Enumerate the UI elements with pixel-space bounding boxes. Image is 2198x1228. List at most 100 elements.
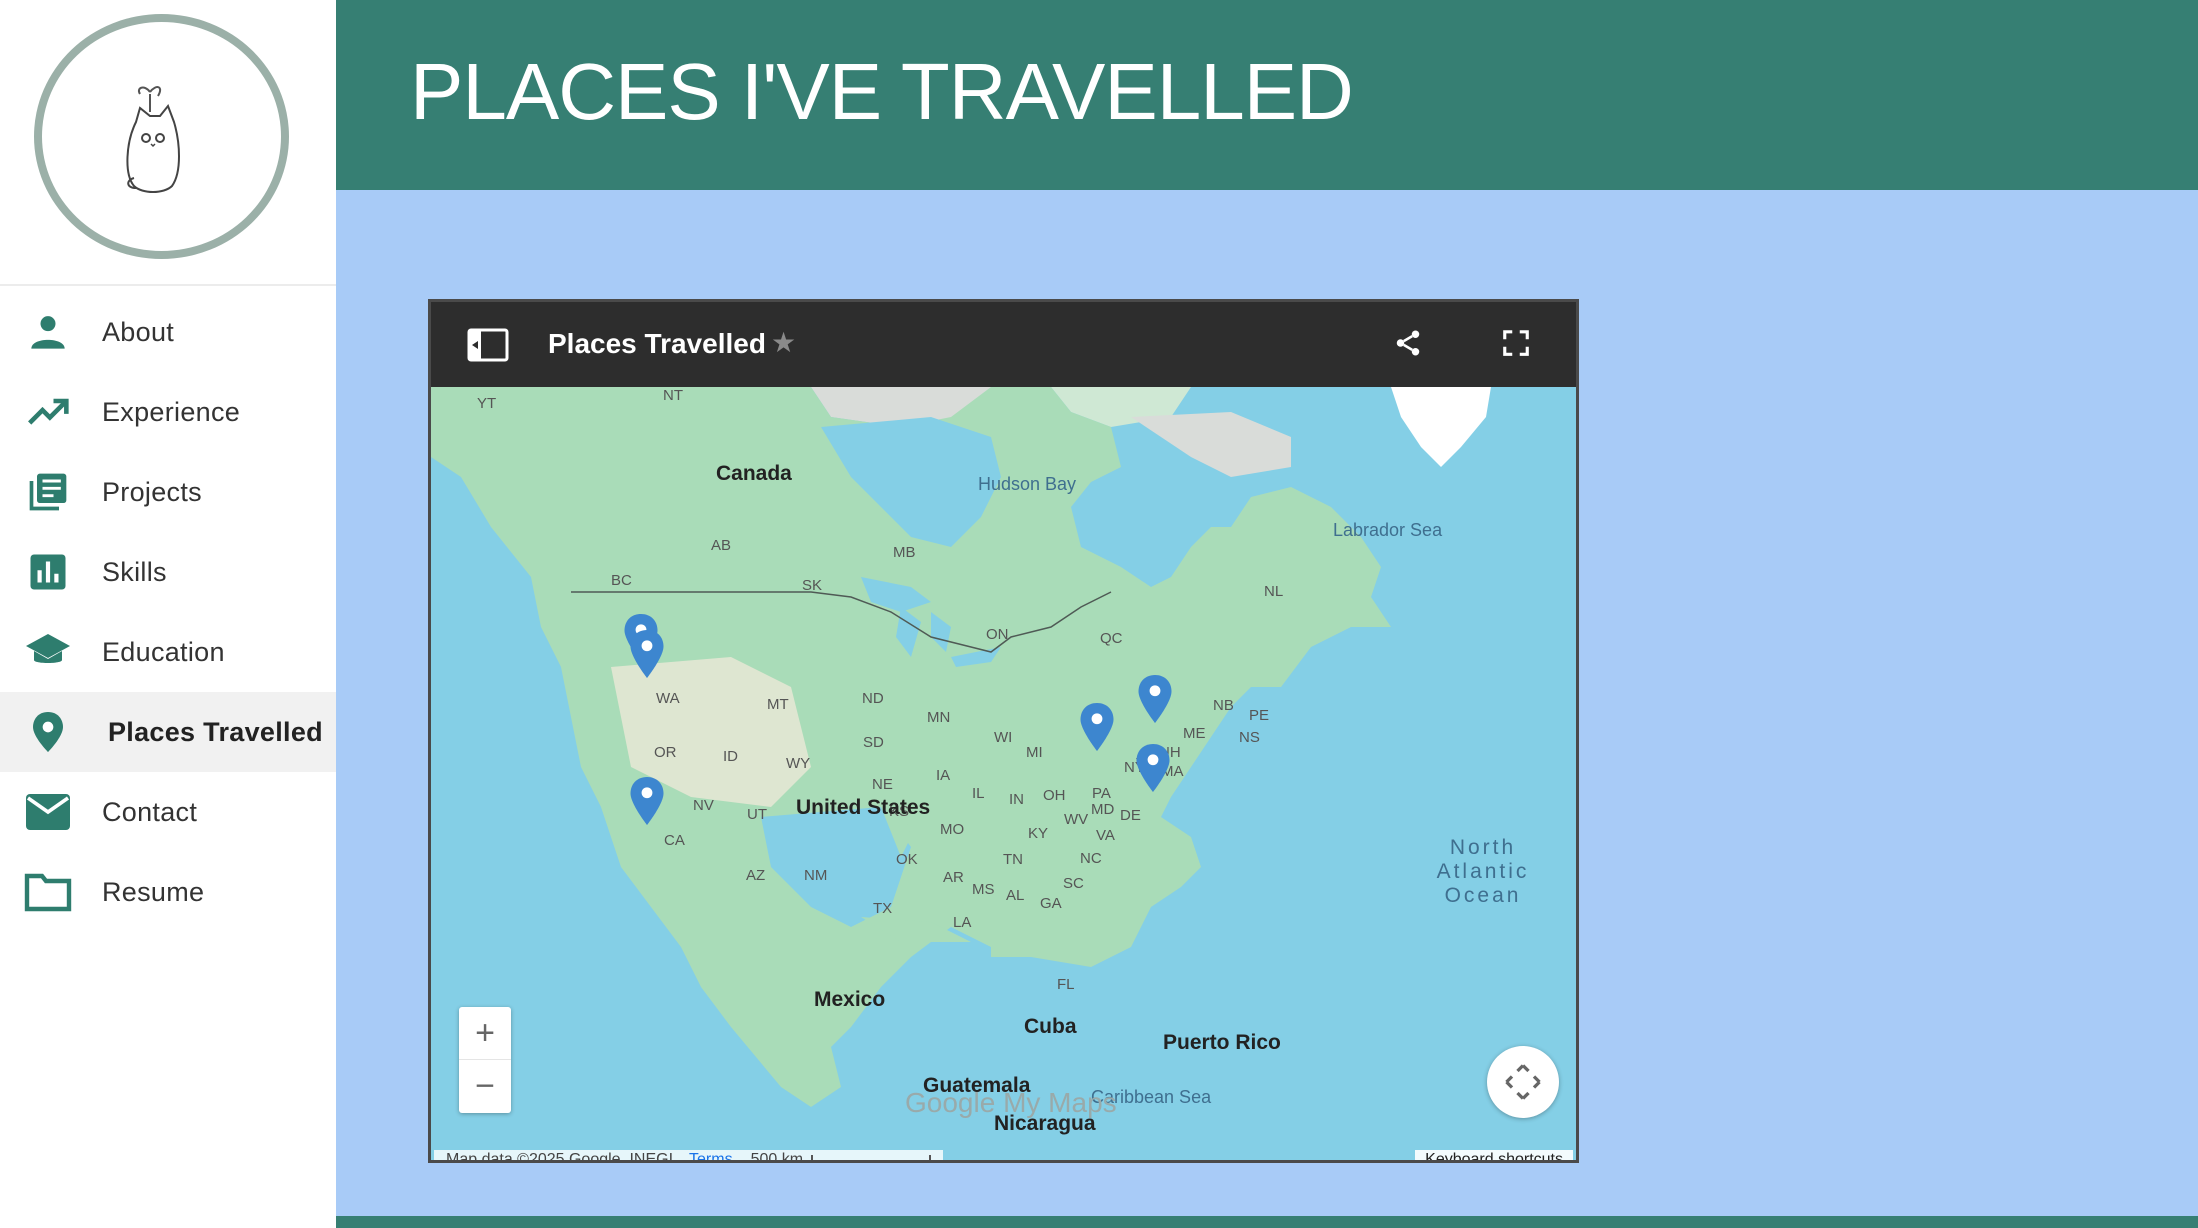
map-label-region: NM — [804, 867, 828, 884]
map-pin-icon[interactable] — [629, 628, 665, 680]
map-label-country: Cuba — [1024, 1015, 1077, 1038]
map-label-region: MD — [1091, 801, 1115, 818]
footer-strip — [336, 1216, 2198, 1228]
star-icon[interactable]: ★ — [771, 326, 796, 359]
map-label-region: AZ — [746, 867, 766, 884]
map-label-region: NV — [693, 797, 714, 814]
sidebar-item-label: Resume — [102, 876, 205, 907]
map-label-region: KY — [1028, 825, 1049, 842]
cat-logo-icon[interactable] — [34, 14, 289, 259]
mail-icon — [24, 788, 72, 836]
logo-area — [0, 0, 336, 286]
map-data-credit: Map data ©2025 Google, INEGI — [446, 1151, 674, 1163]
sidebar-item-contact[interactable]: Contact — [0, 772, 336, 852]
map-pin-icon[interactable] — [1137, 673, 1173, 725]
map-canvas[interactable]: YT NT BC AB SK MB ON QC NL NB PE NS WA O… — [431, 387, 1576, 1160]
share-icon[interactable] — [1393, 328, 1423, 363]
map-pin-icon[interactable] — [1079, 701, 1115, 753]
map-pin-icon[interactable] — [629, 775, 665, 827]
side-panel-icon[interactable] — [467, 328, 509, 367]
map-label-region: MN — [927, 709, 951, 726]
map-label-region: VA — [1096, 827, 1115, 844]
map-label-region: OR — [654, 744, 677, 761]
map-label-region: LA — [953, 914, 972, 931]
map-label-region: ID — [723, 748, 738, 765]
map-attribution: Map data ©2025 Google, INEGI Terms 500 km — [434, 1150, 944, 1163]
map-toolbar: Places Travelled ★ — [431, 302, 1576, 387]
zoom-out-button[interactable]: − — [459, 1060, 511, 1113]
projects-icon — [24, 468, 72, 516]
map-label-region: IA — [936, 767, 951, 784]
map-label-region: MO — [940, 821, 965, 838]
map-label-region: NS — [1239, 729, 1260, 746]
map-label-region: NB — [1213, 697, 1234, 714]
map-label-country: Puerto Rico — [1163, 1031, 1281, 1054]
map-label-region: QC — [1100, 630, 1123, 647]
terms-link[interactable]: Terms — [689, 1151, 733, 1160]
map-label-region: PE — [1249, 707, 1270, 724]
map-label-region: SK — [802, 577, 823, 594]
map-label-region: DE — [1120, 807, 1141, 824]
map-label-region: ON — [986, 626, 1009, 643]
map-label-region: SC — [1063, 875, 1084, 892]
sidebar-item-projects[interactable]: Projects — [0, 452, 336, 532]
fullscreen-icon[interactable] — [1499, 328, 1533, 363]
map-label-region: TN — [1003, 851, 1023, 868]
page-title: PLACES I'VE TRAVELLED — [410, 47, 1354, 136]
sidebar: About Experience Projects Skills Educati… — [0, 0, 336, 1228]
map-label-region: FL — [1057, 976, 1075, 993]
sidebar-nav: About Experience Projects Skills Educati… — [0, 292, 336, 932]
map-label-water: Hudson Bay — [978, 474, 1077, 494]
keyboard-shortcuts-link[interactable]: Keyboard shortcuts — [1415, 1150, 1573, 1160]
map-label-region: MT — [767, 696, 789, 713]
map-title: Places Travelled — [548, 328, 766, 359]
map-label-region: WV — [1064, 811, 1089, 828]
google-my-maps-logo: Google My Maps — [905, 1087, 1117, 1118]
location-pin-icon — [24, 708, 72, 756]
map-label-region: AL — [1006, 887, 1025, 904]
map-label-country: Canada — [716, 462, 792, 485]
sidebar-item-places-travelled[interactable]: Places Travelled — [0, 692, 336, 772]
map-label-region: MS — [972, 881, 995, 898]
map-label-country: Mexico — [814, 988, 886, 1011]
map-label-region: AB — [711, 537, 732, 554]
map-label-region: YT — [477, 395, 497, 412]
move-arrows-icon — [1505, 1064, 1541, 1100]
sidebar-item-label: Projects — [102, 476, 202, 507]
graduation-cap-icon — [24, 628, 72, 676]
map-label-region: NT — [663, 387, 683, 404]
bar-chart-icon — [24, 548, 72, 596]
map-label-region: WI — [994, 729, 1013, 746]
map-label-region: PA — [1092, 785, 1111, 802]
map-label-ocean: North Atlantic Ocean — [1436, 836, 1530, 907]
page-header: PLACES I'VE TRAVELLED — [336, 0, 2198, 190]
map-label-region: NE — [872, 776, 893, 793]
sidebar-item-label: Experience — [102, 396, 241, 427]
person-icon — [24, 308, 72, 356]
sidebar-item-resume[interactable]: Resume — [0, 852, 336, 932]
sidebar-item-about[interactable]: About — [0, 292, 336, 372]
map-label-region: WA — [656, 690, 680, 707]
sidebar-item-education[interactable]: Education — [0, 612, 336, 692]
map-label-region: OH — [1043, 787, 1066, 804]
recenter-button[interactable] — [1487, 1046, 1559, 1118]
sidebar-item-experience[interactable]: Experience — [0, 372, 336, 452]
map-label-region: CA — [664, 832, 685, 849]
zoom-control: + − — [459, 1007, 511, 1113]
sidebar-item-skills[interactable]: Skills — [0, 532, 336, 612]
map-embed[interactable]: Places Travelled ★ YT NT BC AB SK MB ON … — [428, 299, 1579, 1163]
map-label-country: United States — [796, 796, 931, 819]
map-label-region: UT — [747, 806, 767, 823]
map-land — [431, 387, 1491, 1107]
map-pin-icon[interactable] — [1135, 742, 1171, 794]
map-label-region: WY — [786, 755, 811, 772]
trending-up-icon — [24, 388, 72, 436]
sidebar-item-label: Places Travelled — [108, 716, 323, 747]
map-label-region: MI — [1026, 744, 1043, 761]
scale-label: 500 km — [750, 1151, 804, 1163]
zoom-in-button[interactable]: + — [459, 1007, 511, 1060]
map-label-region: NL — [1264, 583, 1284, 600]
map-label-region: BC — [611, 572, 632, 589]
scale-bar — [811, 1154, 932, 1160]
map-label-region: MB — [893, 544, 916, 561]
